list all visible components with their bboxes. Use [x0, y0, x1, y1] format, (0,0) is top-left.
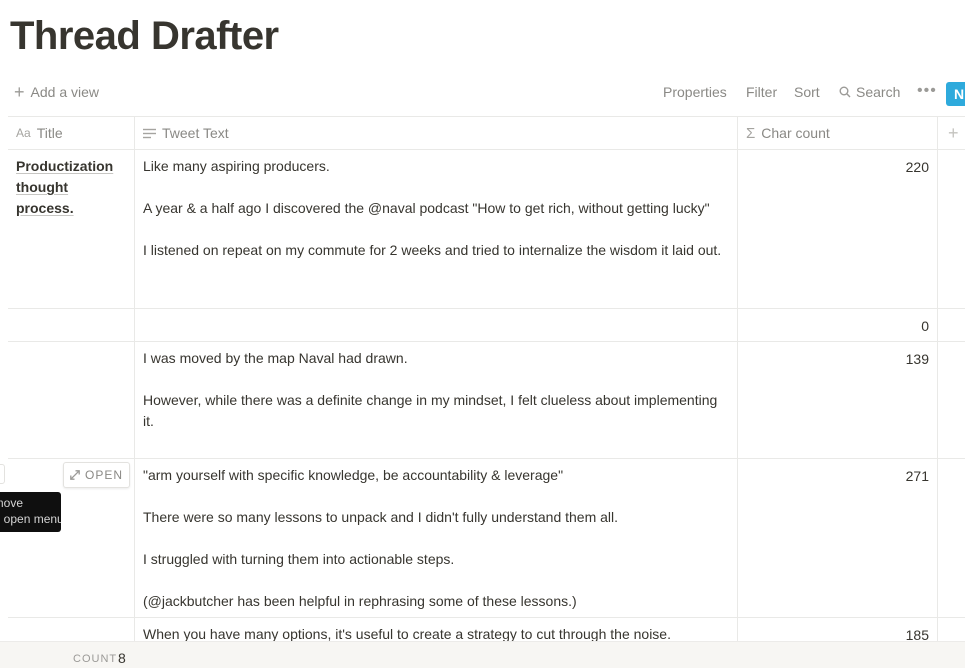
- open-row-button[interactable]: OPEN: [63, 462, 130, 488]
- column-header-label: Char count: [761, 125, 830, 141]
- table-footer: COUNT 8: [0, 641, 965, 668]
- tooltip-line: Drag to move: [0, 496, 24, 510]
- text-property-icon: Aa: [16, 126, 31, 140]
- expand-arrow-icon: [70, 470, 80, 480]
- drag-tooltip: Drag to move Click to open menu: [0, 492, 61, 532]
- tweet-text-cell[interactable]: Like many aspiring producers. A year & a…: [143, 156, 728, 261]
- new-button[interactable]: N: [946, 82, 965, 106]
- row-divider: [8, 308, 965, 309]
- formula-sigma-icon: Σ: [746, 124, 756, 142]
- column-header-title[interactable]: Aa Title: [16, 117, 63, 149]
- search-label: Search: [856, 84, 901, 100]
- tweet-text-cell[interactable]: When you have many options, it's useful …: [143, 624, 728, 641]
- column-header-label: Tweet Text: [162, 125, 229, 141]
- row-divider: [8, 617, 965, 618]
- add-column-button[interactable]: +: [948, 117, 959, 149]
- tweet-text-cell[interactable]: I was moved by the map Naval had drawn. …: [143, 348, 728, 432]
- tooltip-line: Click to open menu: [0, 512, 61, 526]
- char-count-cell: 220: [905, 159, 929, 175]
- properties-button[interactable]: Properties: [663, 84, 727, 100]
- page-title: Thread Drafter: [10, 14, 279, 58]
- column-divider: [937, 116, 938, 641]
- column-header-label: Title: [36, 125, 63, 141]
- column-header-char-count[interactable]: Σ Char count: [746, 117, 830, 149]
- filter-button[interactable]: Filter: [746, 84, 777, 100]
- header-bottom-border: [8, 149, 965, 150]
- search-button[interactable]: Search: [839, 84, 900, 100]
- char-count-cell: 139: [905, 351, 929, 367]
- row-divider: [8, 458, 965, 459]
- database-toolbar: + Add a view Properties Filter Sort Sear…: [0, 80, 965, 108]
- char-count-cell: 0: [921, 318, 929, 334]
- column-header-tweet-text[interactable]: Tweet Text: [143, 117, 229, 149]
- drag-handle-icon[interactable]: [0, 464, 5, 484]
- count-value: 8: [118, 650, 126, 666]
- tweet-text-cell[interactable]: [143, 315, 728, 335]
- add-view-button[interactable]: + Add a view: [14, 82, 99, 102]
- text-lines-icon: [143, 128, 156, 138]
- count-label: COUNT: [73, 653, 118, 665]
- char-count-cell: 271: [905, 468, 929, 484]
- tweet-text-cell[interactable]: "arm yourself with specific knowledge, b…: [143, 465, 728, 612]
- column-divider: [134, 116, 135, 641]
- search-icon: [839, 86, 851, 98]
- sort-button[interactable]: Sort: [794, 84, 820, 100]
- row-title-cell[interactable]: Productization thought process.: [16, 156, 128, 219]
- plus-icon: +: [14, 82, 25, 102]
- add-view-label: Add a view: [30, 84, 99, 100]
- more-options-icon[interactable]: •••: [917, 82, 937, 100]
- open-label: OPEN: [84, 468, 123, 482]
- column-divider: [737, 116, 738, 641]
- row-divider: [8, 341, 965, 342]
